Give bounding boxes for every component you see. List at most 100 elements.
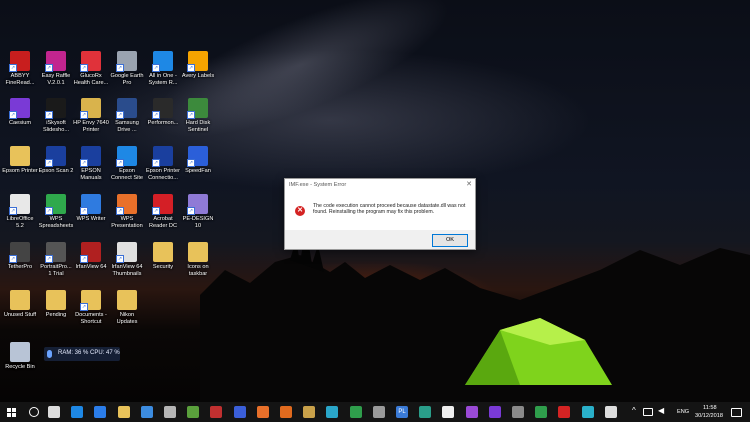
desktop-icon[interactable]: ↗ WPS Writer (73, 194, 109, 223)
portraitpro-icon: ↗ (45, 242, 66, 263)
pl-icon[interactable]: PL (396, 406, 408, 418)
desktop-icon-label: WPS Spreadsheets (38, 216, 74, 229)
desktop-icon[interactable]: ↗ IrfanView 64 (73, 242, 109, 271)
clock-date[interactable]: 30/12/2018 (695, 413, 723, 419)
photos-icon[interactable] (140, 406, 153, 418)
desktop-icon[interactable]: ↗ ABBYY FineRead... (2, 51, 38, 86)
desktop-icon[interactable]: ↗ TetherPro (2, 242, 38, 271)
greenshot-icon[interactable] (187, 406, 200, 418)
app-green-icon[interactable] (535, 406, 548, 418)
clock-time[interactable]: 11:58 (703, 405, 717, 411)
tetherpro-icon: ↗ (9, 242, 30, 263)
desktop-icon[interactable]: ↗ WPS Spreadsheets (38, 194, 74, 229)
app-cyan-icon[interactable] (326, 406, 339, 418)
desktop-icon-label: Samsung Drive ... (115, 120, 139, 133)
desktop-icon-label: EPSON Manuals (80, 168, 102, 181)
irfanview-thumbnails-icon: ↗ (116, 242, 137, 263)
desktop-icon[interactable]: ↗ Google Earth Pro (109, 51, 145, 86)
desktop-icon-label: SpeedFan (185, 168, 211, 174)
desktop-icon[interactable]: Pending (38, 290, 74, 319)
folder-icon (10, 290, 30, 310)
desktop-icon[interactable]: Unused Stuff (2, 290, 38, 319)
file-explorer-icon[interactable] (117, 406, 130, 418)
app-white-icon[interactable] (442, 406, 455, 418)
search-icon[interactable] (29, 407, 39, 417)
system-monitor-widget[interactable]: RAM: 36 % CPU: 47 % (44, 347, 120, 361)
desktop-icon-label: WPS Presentation (111, 216, 143, 229)
desktop-icon[interactable]: ↗ IrfanView 64 Thumbnails (109, 242, 145, 277)
app-cyan2-icon[interactable] (581, 406, 594, 418)
desktop-icon-label: Icons on taskbar (187, 264, 209, 277)
desktop-icon[interactable]: ↗ Hard Disk Sentinel (180, 98, 216, 133)
volume-icon[interactable]: ◀ (658, 406, 664, 415)
desktop-icon[interactable]: ↗ Acrobat Reader DC (145, 194, 181, 229)
desktop-icon[interactable]: ↗ GlucoRx Health Care... (73, 51, 109, 86)
desktop-icon[interactable]: ↗ PE-DESIGN 10 (180, 194, 216, 229)
avast-icon[interactable] (280, 406, 292, 418)
desktop-icon[interactable]: ↗ Epson Connect Site (109, 146, 145, 181)
notifications-icon[interactable] (731, 408, 742, 417)
desktop-icon-label: Epson Printer Connectio... (146, 168, 180, 181)
desktop-icon[interactable]: ↗ EPSON Manuals (73, 146, 109, 181)
desktop-icon[interactable]: ↗ iSkysoft Slidesho... (38, 98, 74, 133)
libreoffice-icon: ↗ (9, 194, 30, 215)
taskbar: PL ^ ◀ ENG 11:58 30/12/2018 (0, 402, 750, 422)
desktop-icon[interactable]: ↗ Caesium (2, 98, 38, 127)
desktop-icon[interactable]: ↗ Easy Raffle V.2.0.1 (38, 51, 74, 86)
chrome-icon[interactable] (71, 406, 84, 418)
close-icon[interactable]: ✕ (466, 180, 472, 188)
app-gray-icon[interactable] (512, 406, 524, 418)
folder-icon[interactable] (303, 406, 316, 418)
desktop-icon[interactable]: ↗ Performon... (145, 98, 181, 127)
wps-spreadsheets-icon: ↗ (45, 194, 66, 215)
task-view-icon[interactable] (48, 406, 60, 418)
desktop-icon[interactable]: ↗ HP Envy 7640 Printer (73, 98, 109, 133)
desktop-icon[interactable]: Nikon Updates (109, 290, 145, 325)
money-icon[interactable] (349, 406, 362, 418)
desktop-icon[interactable]: ↗ Documents - Shortcut (73, 290, 109, 325)
edge-icon[interactable] (94, 406, 107, 418)
app-purple-icon[interactable] (465, 406, 478, 418)
photo-viewer-icon[interactable] (372, 406, 385, 418)
desktop-icon[interactable]: ↗ SpeedFan (180, 146, 216, 175)
language-indicator[interactable]: ENG (677, 409, 689, 415)
desktop-icon[interactable]: ↗ PortraitPro... 1 Trial (38, 242, 74, 277)
desktop-icon[interactable]: Epsom Printer (2, 146, 38, 175)
desktop-icon-label: IrfanView 64 (75, 264, 107, 270)
network-icon[interactable] (643, 408, 653, 416)
chrome-icon: ↗ (116, 146, 137, 167)
app-violet-icon[interactable] (488, 406, 501, 418)
shortcut-arrow-icon: ↗ (116, 159, 124, 167)
wps-presentation-icon[interactable] (256, 406, 269, 418)
desktop-icon[interactable]: Icons on taskbar (180, 242, 216, 277)
desktop-icon-label: Epsom Printer (2, 168, 38, 174)
desktop-icon[interactable]: ↗ LibreOffice 5.2 (2, 194, 38, 229)
documents-icon: ↗ (80, 290, 101, 311)
iskysoft-icon: ↗ (45, 98, 66, 119)
desktop-icon-label: All in One - System R... (148, 73, 178, 86)
desktop-icon[interactable]: ↗ All in One - System R... (145, 51, 181, 86)
desktop-icon-label: Epson Scan 2 (38, 168, 74, 174)
shortcut-arrow-icon: ↗ (45, 207, 53, 215)
desktop-icon[interactable]: ↗ Epson Printer Connectio... (145, 146, 181, 181)
dialog-message: The code execution cannot proceed becaus… (313, 203, 466, 216)
snipping-icon[interactable] (164, 406, 176, 418)
folder-icon (188, 242, 208, 262)
irfanview-icon[interactable] (210, 406, 223, 418)
desktop-icon[interactable]: Recycle Bin (2, 342, 38, 371)
ok-button[interactable]: OK (432, 234, 468, 247)
shortcut-arrow-icon: ↗ (187, 111, 195, 119)
desktop-icon[interactable]: Security (145, 242, 181, 271)
desktop-icon[interactable]: ↗ Avery Labels (180, 51, 216, 80)
desktop-icon[interactable]: ↗ Samsung Drive ... (109, 98, 145, 133)
desktop-icon[interactable]: ↗ WPS Presentation (109, 194, 145, 229)
epson-manuals-icon: ↗ (80, 146, 101, 167)
sysmon-icon[interactable] (604, 406, 617, 418)
abbyy-icon: ↗ (9, 51, 30, 72)
chevron-up-icon[interactable]: ^ (632, 406, 636, 415)
windows-start-icon[interactable] (7, 408, 16, 417)
app-teal-icon[interactable] (419, 406, 432, 418)
app-blue-icon[interactable] (233, 406, 246, 418)
app-red-icon[interactable] (558, 406, 571, 418)
desktop-icon[interactable]: ↗ Epson Scan 2 (38, 146, 74, 175)
